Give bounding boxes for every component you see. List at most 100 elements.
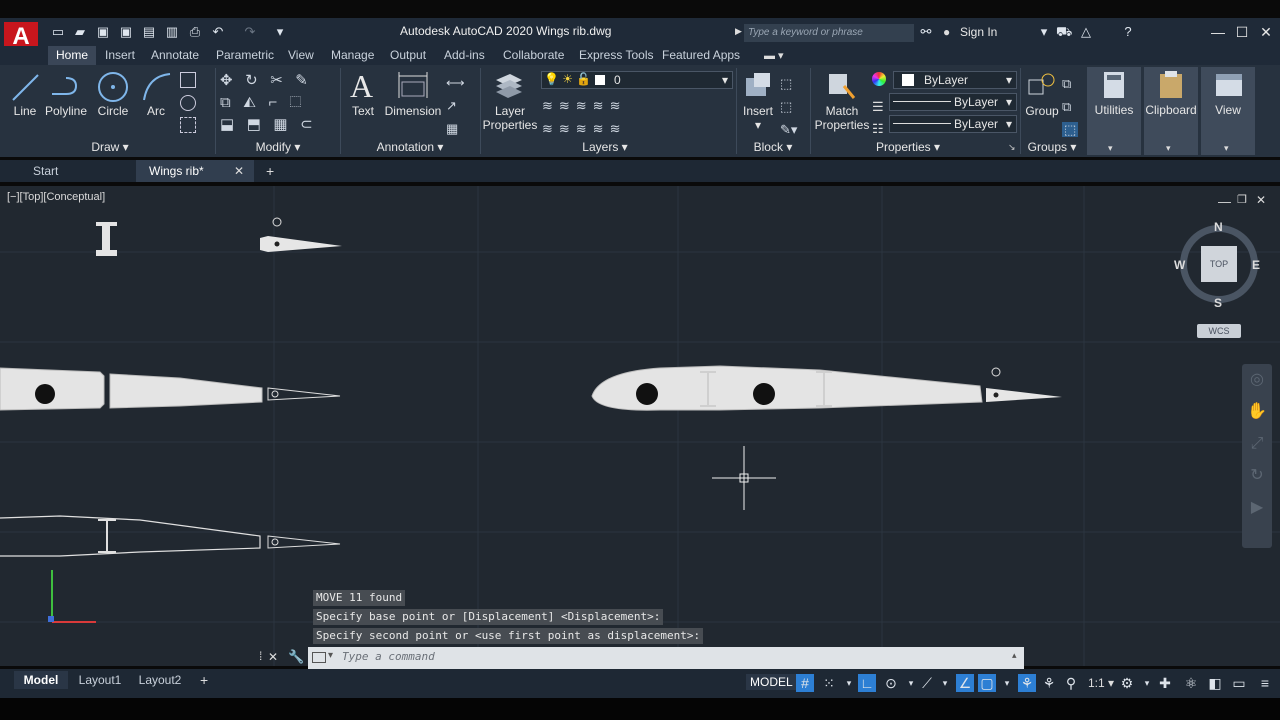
customize-qat-icon[interactable]: ▾ — [272, 25, 288, 39]
auto-scale-icon[interactable]: ⚘ — [1040, 674, 1058, 692]
fillet-icon[interactable]: ⌐ — [268, 94, 277, 111]
tab-layout1[interactable]: Layout1 — [74, 671, 126, 689]
units-icon[interactable]: ⚛ — [1182, 674, 1200, 692]
dimension-button[interactable]: Dimension — [384, 104, 442, 118]
snap-mode-icon[interactable]: ⁙ — [820, 674, 838, 692]
workspace-dropdown-icon[interactable]: ▾ — [1138, 674, 1156, 692]
tab-start[interactable]: Start — [20, 160, 130, 182]
help-icon[interactable]: ? — [1120, 25, 1136, 39]
save-as-icon[interactable]: ▣ — [118, 25, 134, 39]
polyline-button[interactable]: Polyline — [44, 104, 88, 118]
compass-north[interactable]: N — [1214, 220, 1223, 234]
grid-toggle-icon[interactable]: # — [796, 674, 814, 692]
model-space-button[interactable]: MODEL — [746, 674, 797, 690]
print-icon[interactable]: ⎙ — [187, 25, 203, 39]
annotation-panel-title[interactable]: Annotation ▾ — [372, 140, 448, 154]
annotation-small-tools[interactable]: ⟷ ↗ ▦ — [446, 71, 465, 140]
layers-panel-title[interactable]: Layers ▾ — [580, 140, 630, 154]
steering-wheel-icon[interactable]: ◎ — [1242, 364, 1272, 396]
viewport-minimize-icon[interactable]: — — [1218, 194, 1231, 209]
showmotion-icon[interactable]: ▶ — [1242, 492, 1272, 524]
arc-button[interactable]: Arc — [142, 104, 170, 118]
ribbon-minimize-icon[interactable]: ▬ ▾ — [764, 49, 784, 62]
search-expand-icon[interactable]: ▶ — [735, 26, 742, 37]
new-file-icon[interactable]: ▭ — [50, 25, 66, 39]
annotation-scale-icon[interactable]: ⚲ — [1062, 674, 1080, 692]
ortho-mode-icon[interactable]: ∟ — [858, 674, 876, 692]
open-web-icon[interactable]: ▤ — [141, 25, 157, 39]
undo-icon[interactable]: ↶ — [210, 25, 226, 39]
tab-annotate[interactable]: Annotate — [151, 48, 199, 62]
rotate-icon[interactable]: ↻ — [245, 72, 258, 89]
tab-layout2[interactable]: Layout2 — [134, 671, 186, 689]
lineweight-dropdown[interactable]: ByLayer ▾ — [889, 115, 1017, 133]
tab-output[interactable]: Output — [390, 48, 426, 62]
add-layout-icon[interactable]: + — [200, 672, 208, 688]
customization-menu-icon[interactable]: ≡ — [1256, 674, 1274, 692]
infocenter-icon[interactable]: ⚯ — [918, 25, 934, 39]
annotation-monitor-icon[interactable]: ✚ — [1156, 674, 1174, 692]
offset-icon[interactable]: ⊂ — [300, 116, 313, 133]
minimize-window-icon[interactable]: — — [1208, 24, 1228, 40]
tab-insert[interactable]: Insert — [105, 48, 135, 62]
tab-parametric[interactable]: Parametric — [216, 48, 274, 62]
redo-icon[interactable]: ↷ — [242, 25, 258, 39]
block-panel-title[interactable]: Block ▾ — [750, 140, 796, 154]
cart-icon[interactable]: ⛟ — [1056, 25, 1072, 39]
tab-model[interactable]: Model — [14, 671, 68, 689]
plot-icon[interactable]: ▥ — [164, 25, 180, 39]
tab-express-tools[interactable]: Express Tools — [579, 48, 653, 62]
workspace-gear-icon[interactable]: ⚙ — [1118, 674, 1136, 692]
linear-dim-icon[interactable]: ⟷ — [446, 75, 465, 90]
group-button[interactable]: Group — [1024, 104, 1060, 118]
tab-featured-apps[interactable]: Featured Apps — [662, 48, 740, 62]
command-input[interactable]: Type a command — [342, 650, 435, 663]
stretch-icon[interactable]: ⬓ — [220, 116, 234, 133]
utilities-button[interactable]: Utilities — [1088, 103, 1140, 117]
clipboard-dropdown-icon[interactable]: ▾ — [1166, 143, 1171, 154]
clean-screen-icon[interactable]: ▭ — [1230, 674, 1248, 692]
erase-icon[interactable]: ✎ — [295, 72, 308, 89]
layer-properties-button[interactable]: Layer Properties — [482, 104, 538, 132]
tab-home[interactable]: Home — [48, 46, 97, 65]
layer-tools-grid[interactable]: ≋≋≋≋≋ ≋≋≋≋≋ — [542, 94, 626, 140]
viewport-close-icon[interactable]: ✕ — [1256, 193, 1266, 207]
annotation-visibility-icon[interactable]: ⚘ — [1018, 674, 1036, 692]
wcs-menu[interactable]: WCS — [1197, 324, 1241, 338]
explode-icon[interactable]: ⬚ — [290, 94, 302, 111]
line-button[interactable]: Line — [8, 104, 42, 118]
view-dropdown-icon[interactable]: ▾ — [1224, 143, 1229, 154]
view-button[interactable]: View — [1201, 103, 1255, 117]
tab-manage[interactable]: Manage — [331, 48, 374, 62]
scale-icon[interactable]: ⬒ — [247, 116, 261, 133]
properties-launcher-icon[interactable]: ↘ — [1008, 142, 1016, 153]
viewport-restore-icon[interactable]: ❐ — [1237, 193, 1247, 206]
recent-commands-icon[interactable]: ▾ — [328, 650, 333, 661]
block-small-tools[interactable]: ⬚ ⬚ ✎▾ — [780, 72, 797, 141]
annotation-scale-value[interactable]: 1:1 ▾ — [1088, 676, 1114, 690]
signin-dropdown-icon[interactable]: ▾ — [1036, 25, 1052, 39]
trim-icon[interactable]: ✂ — [270, 72, 283, 89]
ellipse-icon[interactable] — [180, 95, 196, 111]
tab-collaborate[interactable]: Collaborate — [503, 48, 564, 62]
command-grip-icon[interactable]: ⁞ — [259, 649, 262, 663]
circle-button[interactable]: Circle — [95, 104, 131, 118]
command-close-icon[interactable]: ✕ — [268, 650, 278, 664]
compass-east[interactable]: E — [1252, 258, 1260, 272]
move-icon[interactable]: ✥ — [220, 72, 233, 89]
text-button[interactable]: Text — [348, 104, 378, 118]
match-properties-button[interactable]: Match Properties — [814, 104, 870, 132]
hatch-icon[interactable] — [180, 117, 196, 133]
groups-panel-title[interactable]: Groups ▾ — [1024, 140, 1080, 154]
compass-south[interactable]: S — [1214, 296, 1222, 310]
modify-panel-title[interactable]: Modify ▾ — [250, 140, 306, 154]
array-icon[interactable]: ▦ — [273, 116, 287, 133]
object-snap-icon[interactable]: ▢ — [978, 674, 996, 692]
leader-icon[interactable]: ↗ — [446, 98, 457, 113]
zoom-extents-icon[interactable]: ⤢ — [1242, 428, 1272, 460]
viewport-controls-label[interactable]: [−][Top][Conceptual] — [7, 191, 105, 203]
isolate-objects-icon[interactable]: ◧ — [1206, 674, 1224, 692]
compass-west[interactable]: W — [1174, 258, 1185, 272]
clipboard-button[interactable]: Clipboard — [1144, 103, 1198, 117]
command-customize-icon[interactable]: 🔧 — [288, 649, 304, 665]
